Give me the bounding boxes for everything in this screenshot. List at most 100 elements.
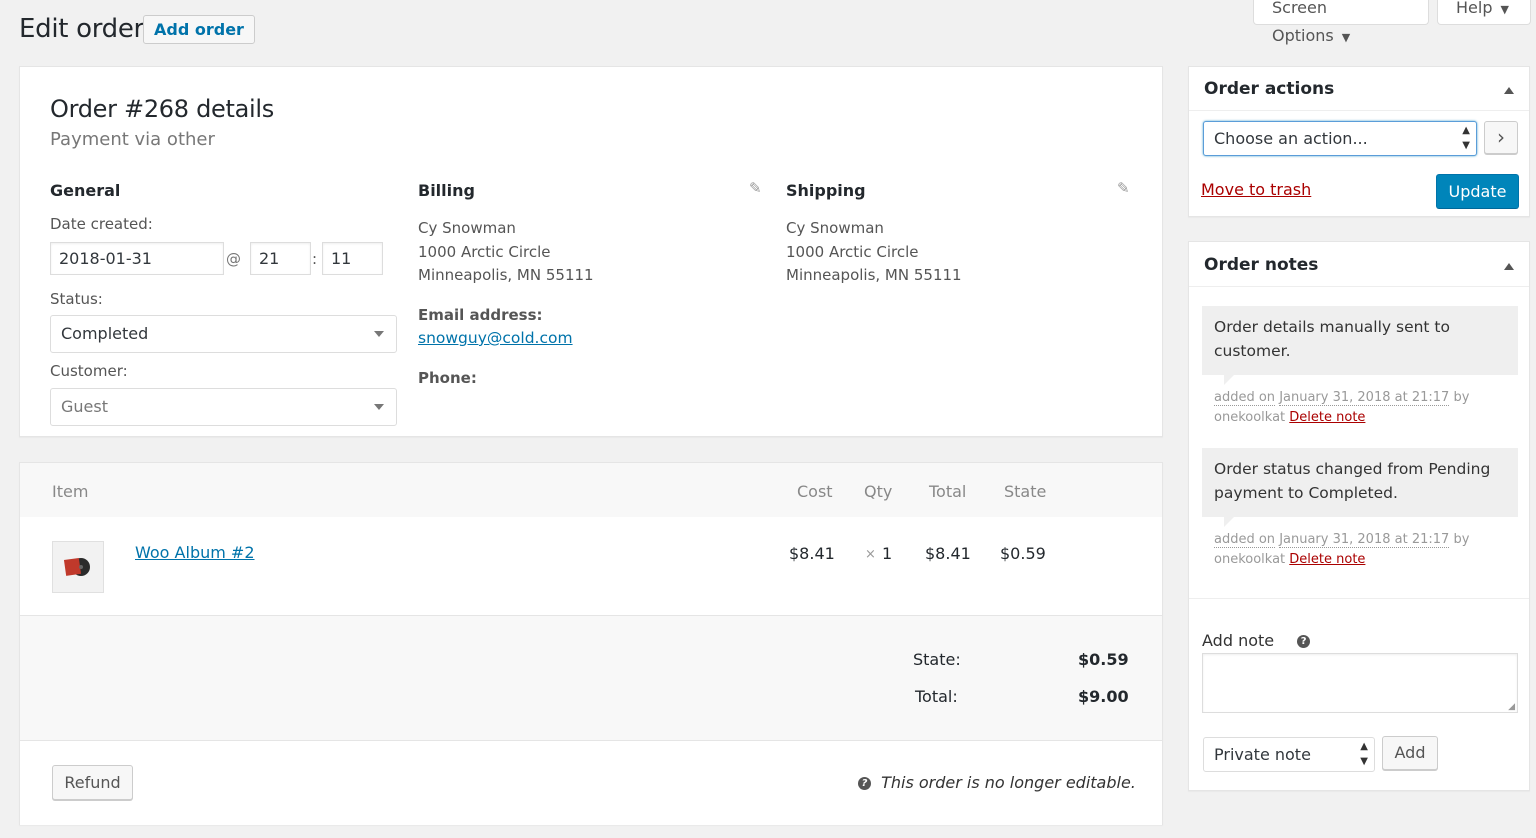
order-action-select[interactable]: Choose an action... ▲ ▼ (1203, 121, 1477, 156)
collapse-arrow-icon[interactable] (1504, 263, 1514, 270)
add-note-button[interactable]: Add (1382, 736, 1438, 770)
minute-input[interactable]: 11 (322, 242, 383, 275)
screen-options-label: Screen Options (1272, 0, 1334, 45)
note-meta: added on January 31, 2018 at 21:17 by on… (1214, 530, 1514, 570)
resize-handle-icon[interactable]: ◢ (1508, 702, 1515, 712)
state-total-label: State: (913, 650, 961, 669)
help-icon: ? (858, 777, 871, 790)
shipping-city: Minneapolis, MN 55111 (786, 266, 962, 284)
email-label: Email address: (418, 306, 543, 324)
billing-address: Cy Snowman 1000 Arctic Circle Minneapoli… (418, 217, 594, 288)
order-details-panel: Order #268 details Payment via other Gen… (19, 66, 1163, 437)
screen-options-button[interactable]: Screen Options ▼ (1253, 0, 1429, 45)
item-qty: 1 (882, 544, 893, 563)
status-value: Completed (61, 324, 149, 343)
col-header-item: Item (52, 482, 89, 501)
status-select[interactable]: Completed (50, 315, 397, 353)
billing-name: Cy Snowman (418, 219, 516, 237)
help-label: Help (1456, 0, 1493, 17)
delete-note-link[interactable]: Delete note (1289, 552, 1365, 567)
date-created-label: Date created: (50, 215, 153, 233)
col-header-cost: Cost (797, 482, 833, 501)
caret-down-icon: ▼ (1500, 3, 1509, 16)
edit-billing-pencil-icon[interactable]: ✎ (749, 179, 762, 197)
help-button[interactable]: Help ▼ (1437, 0, 1531, 25)
customer-label: Customer: (50, 362, 128, 380)
note-type-select[interactable]: Private note ▲ ▼ (1203, 737, 1375, 772)
add-note-label-row: Add note ? (1202, 631, 1311, 650)
add-note-label: Add note (1202, 631, 1275, 650)
table-row: Woo Album #2 $8.41 × 1 $8.41 $0.59 (20, 517, 1162, 616)
order-note: Order details manually sent to customer. (1202, 306, 1518, 385)
phone-label: Phone: (418, 369, 477, 387)
item-state: $0.59 (1000, 544, 1046, 563)
date-created-input[interactable]: 2018-01-31 (50, 242, 224, 275)
move-to-trash-link[interactable]: Move to trash (1201, 180, 1311, 199)
not-editable-text: This order is no longer editable. (881, 773, 1136, 792)
collapse-arrow-icon[interactable] (1504, 87, 1514, 94)
select-arrows-icon: ▲ ▼ (1462, 125, 1470, 151)
order-title: Order #268 details (50, 95, 274, 123)
billing-city: Minneapolis, MN 55111 (418, 266, 594, 284)
product-thumbnail (52, 541, 104, 593)
note-type-value: Private note (1214, 745, 1311, 764)
order-actions-box: Order actions Choose an action... ▲ ▼ › M… (1188, 66, 1530, 217)
select-arrows-icon: ▲ ▼ (1360, 741, 1368, 767)
note-added-prefix: added on (1214, 390, 1276, 406)
col-header-qty: Qty (864, 482, 893, 501)
add-note-textarea[interactable]: ◢ (1202, 653, 1518, 713)
add-order-button[interactable]: Add order (143, 15, 255, 44)
customer-select[interactable]: Guest (50, 388, 397, 426)
shipping-heading: Shipping (786, 181, 866, 200)
help-icon[interactable]: ? (1297, 635, 1311, 648)
note-by: by (1453, 390, 1470, 405)
payment-method: Payment via other (50, 129, 215, 150)
refund-button[interactable]: Refund (52, 765, 133, 800)
items-footer: Refund ? This order is no longer editabl… (20, 740, 1162, 825)
caret-down-icon: ▼ (1341, 31, 1351, 44)
col-header-total: Total (929, 482, 967, 501)
note-meta: added on January 31, 2018 at 21:17 by on… (1214, 388, 1514, 428)
order-notes-heading: Order notes (1204, 255, 1319, 275)
time-colon: : (312, 250, 318, 268)
update-button[interactable]: Update (1436, 174, 1519, 209)
billing-address-line: 1000 Arctic Circle (418, 242, 551, 261)
billing-heading: Billing (418, 181, 475, 200)
state-total-value: $0.59 (1078, 650, 1129, 669)
edit-shipping-pencil-icon[interactable]: ✎ (1117, 179, 1130, 197)
dropdown-arrow-icon (374, 404, 384, 410)
album-icon (63, 557, 90, 576)
divider (1189, 286, 1529, 287)
note-author: onekoolkat (1214, 552, 1286, 567)
customer-value: Guest (61, 397, 108, 416)
order-items-panel: Item Cost Qty Total State Woo Album #2 $… (19, 462, 1163, 825)
hour-input[interactable]: 21 (250, 242, 311, 275)
delete-note-link[interactable]: Delete note (1289, 410, 1365, 425)
order-notes-box: Order notes Order details manually sent … (1188, 241, 1530, 791)
order-total-value: $9.00 (1078, 687, 1129, 706)
qty-times: × (865, 547, 876, 562)
order-actions-heading: Order actions (1204, 79, 1335, 99)
item-name-link[interactable]: Woo Album #2 (135, 543, 255, 562)
at-separator: @ (226, 250, 241, 268)
item-total: $8.41 (925, 544, 971, 563)
order-action-value: Choose an action... (1214, 129, 1368, 148)
order-total-label: Total: (915, 687, 958, 706)
general-heading: General (50, 181, 121, 200)
not-editable-notice: ? This order is no longer editable. (858, 773, 1136, 792)
note-date: January 31, 2018 at 21:17 (1279, 390, 1450, 406)
col-header-state: State (1004, 482, 1047, 501)
apply-action-button[interactable]: › (1484, 121, 1518, 154)
shipping-name: Cy Snowman (786, 219, 884, 237)
shipping-address: Cy Snowman 1000 Arctic Circle Minneapoli… (786, 217, 962, 288)
billing-email-link[interactable]: snowguy@cold.com (418, 329, 573, 347)
item-cost: $8.41 (789, 544, 835, 563)
shipping-address-line: 1000 Arctic Circle (786, 242, 919, 261)
divider (1189, 110, 1529, 111)
dropdown-arrow-icon (374, 331, 384, 337)
status-label: Status: (50, 290, 103, 308)
order-note: Order status changed from Pending paymen… (1202, 448, 1518, 527)
note-author: onekoolkat (1214, 410, 1286, 425)
note-by: by (1453, 532, 1470, 547)
divider (1189, 598, 1529, 599)
